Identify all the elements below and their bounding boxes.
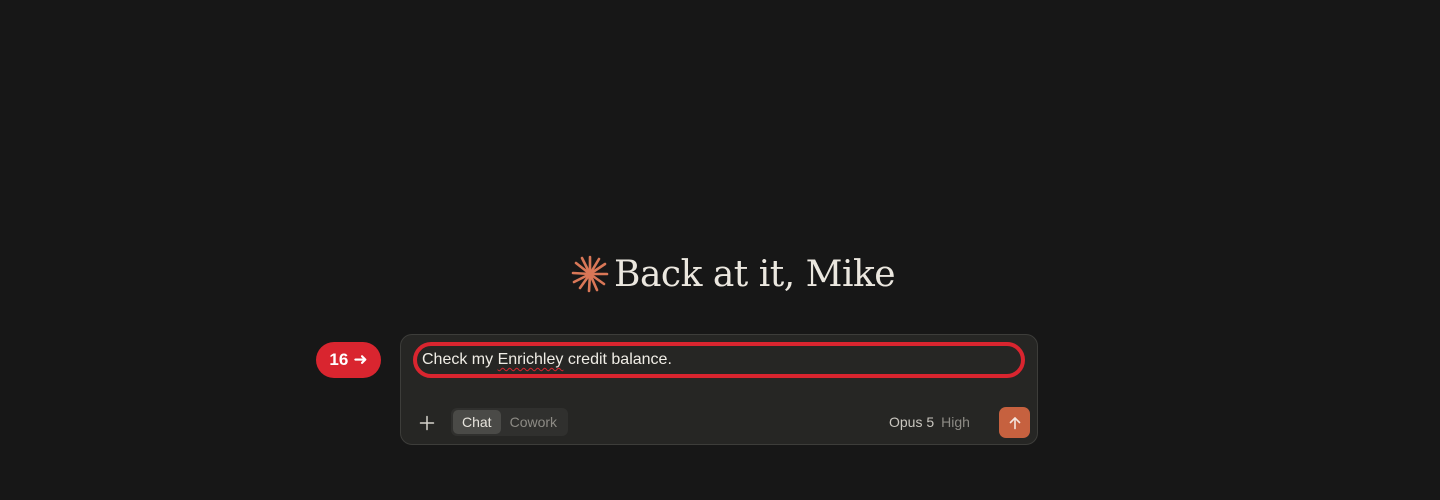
add-attachment-button[interactable] (415, 411, 439, 435)
plus-icon (419, 415, 435, 431)
prompt-input[interactable]: Check my Enrichley credit balance. (413, 342, 1025, 378)
mode-cowork-button[interactable]: Cowork (501, 410, 566, 434)
arrow-right-icon: ➜ (353, 350, 368, 369)
greeting-text: Back at it, Mike (614, 253, 896, 295)
arrow-up-icon (1009, 416, 1020, 429)
send-button[interactable] (999, 407, 1030, 438)
prompt-text-end: credit balance. (563, 351, 672, 368)
model-selector[interactable]: Opus 5 High (889, 411, 970, 433)
mode-toggle: Chat Cowork (451, 408, 569, 436)
model-name: Opus 5 (889, 414, 935, 430)
chat-composer: Check my Enrichley credit balance. Chat … (400, 334, 1038, 445)
step-annotation-badge: 16 ➜ (316, 342, 381, 378)
prompt-text-start: Check my (422, 351, 498, 368)
greeting: Back at it, Mike (570, 248, 896, 300)
prompt-text: Check my Enrichley credit balance. (422, 351, 672, 369)
page: Back at it, Mike 16 ➜ Check my Enrichley… (0, 0, 1440, 500)
step-number: 16 (329, 350, 349, 369)
spark-icon (571, 255, 609, 293)
effort-level: High (941, 414, 970, 430)
mode-chat-button[interactable]: Chat (453, 410, 501, 434)
misspelled-word: Enrichley (497, 351, 564, 368)
